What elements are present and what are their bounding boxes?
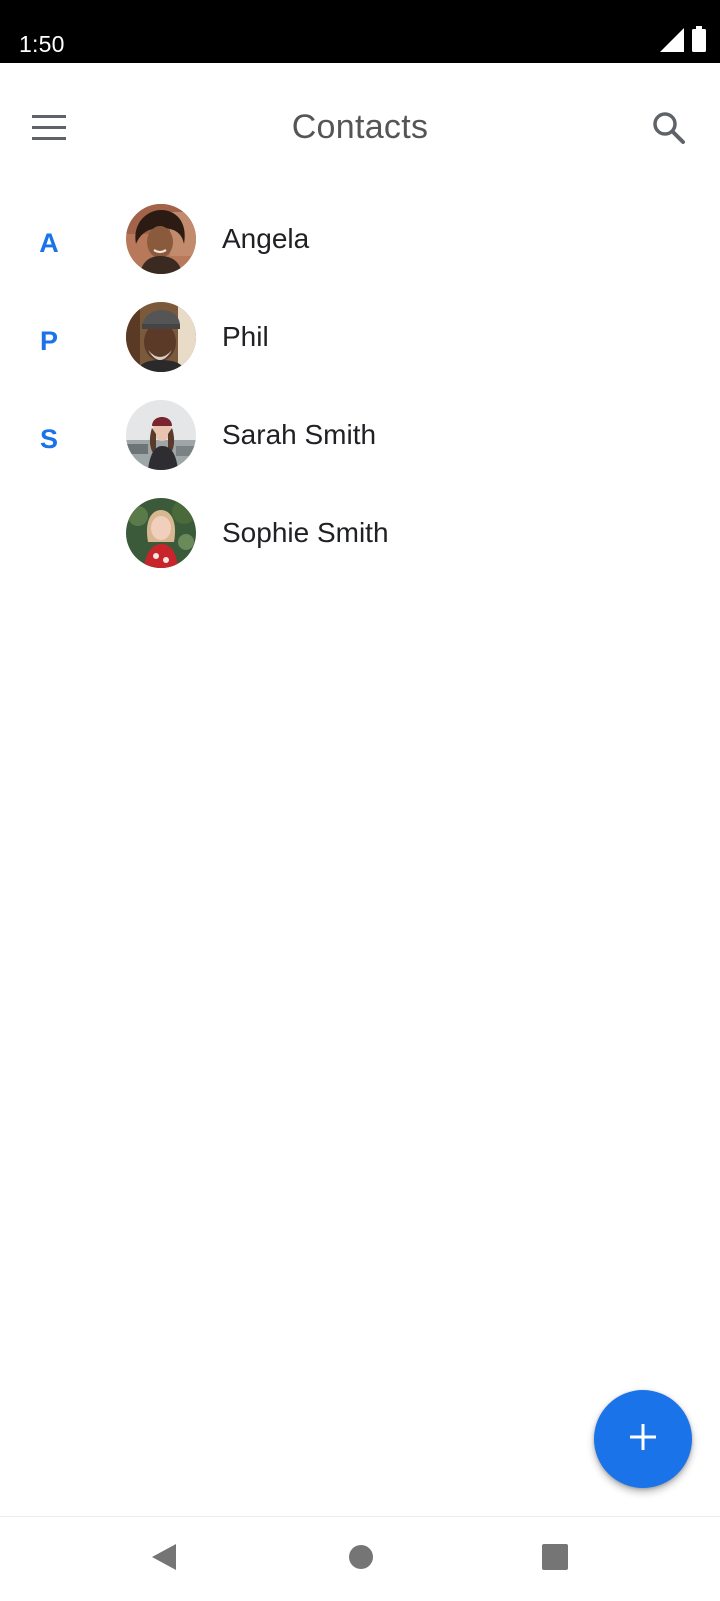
navigation-bar xyxy=(0,1516,720,1601)
contact-row-sophie-smith[interactable]: Sophie Smith xyxy=(0,489,720,587)
avatar xyxy=(126,400,196,470)
search-icon xyxy=(652,111,686,150)
contact-row-sarah-smith[interactable]: S Sarah Smith xyxy=(0,391,720,489)
app-bar: Contacts xyxy=(0,63,720,195)
avatar xyxy=(126,498,196,568)
contact-row-angela[interactable]: A Angela xyxy=(0,195,720,293)
contact-row-phil[interactable]: P Phil xyxy=(0,293,720,391)
contact-name: Angela xyxy=(222,223,310,254)
home-button[interactable] xyxy=(333,1531,389,1587)
contact-name: Phil xyxy=(222,321,269,352)
avatar xyxy=(126,204,196,274)
home-circle-icon xyxy=(348,1544,374,1575)
contact-name: Sarah Smith xyxy=(222,419,377,450)
plus-icon xyxy=(629,1423,657,1456)
section-header-letter: A xyxy=(39,228,59,258)
status-bar: 1:50 xyxy=(0,0,720,63)
recents-square-icon xyxy=(542,1543,568,1575)
recents-button[interactable] xyxy=(527,1531,583,1587)
add-contact-button[interactable] xyxy=(594,1390,692,1488)
battery-icon xyxy=(692,26,706,57)
search-button[interactable] xyxy=(642,103,696,157)
status-time: 1:50 xyxy=(19,31,65,57)
contact-list: A Angela P Phil S Sarah Smith Sophie Smi… xyxy=(0,195,720,587)
cell-signal-icon xyxy=(660,28,684,57)
back-triangle-icon xyxy=(150,1542,178,1577)
status-icons xyxy=(660,26,706,57)
contact-name: Sophie Smith xyxy=(222,517,389,548)
section-header-letter: P xyxy=(39,326,58,356)
avatar xyxy=(126,302,196,372)
section-header-letter: S xyxy=(39,424,58,454)
page-title: Contacts xyxy=(291,108,429,146)
back-button[interactable] xyxy=(136,1531,192,1587)
